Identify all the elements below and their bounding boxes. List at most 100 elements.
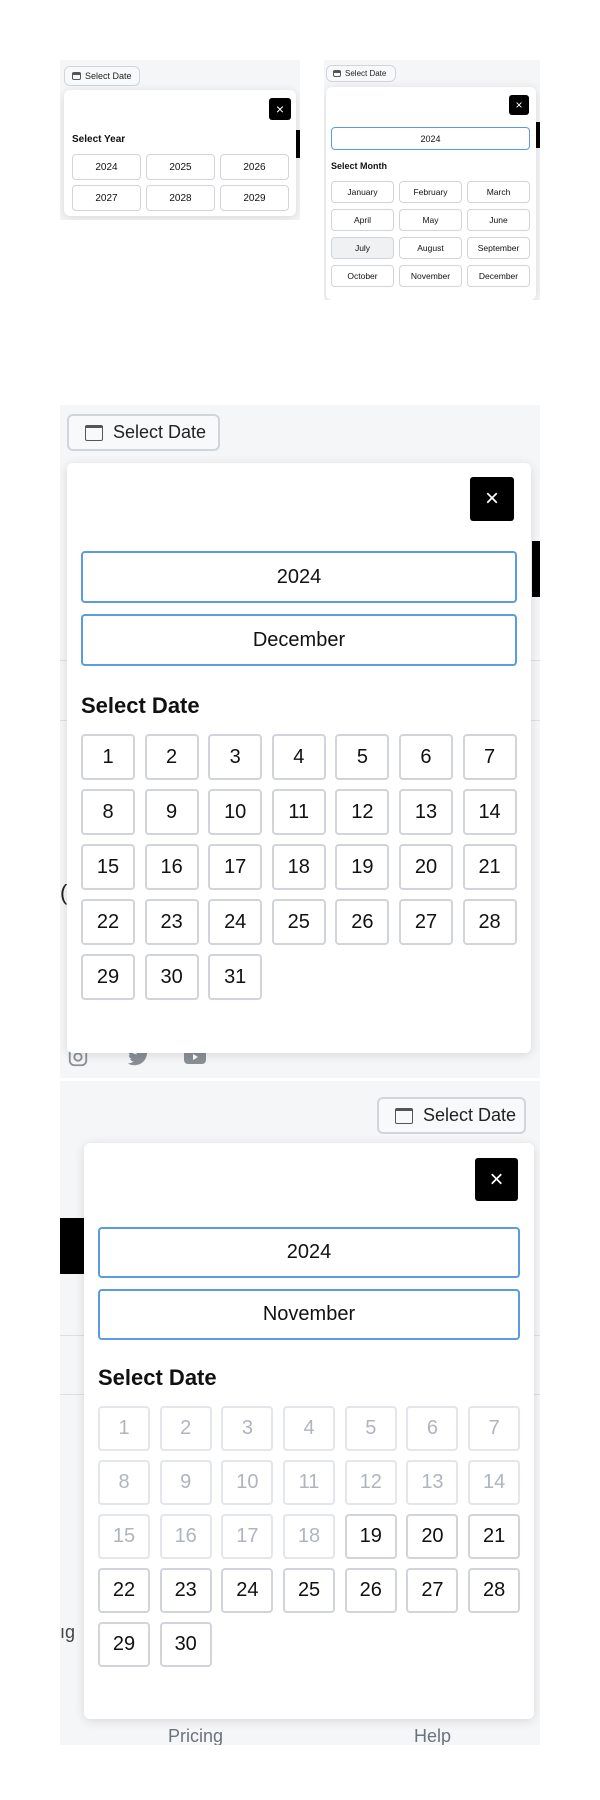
day-option[interactable]: 20	[398, 844, 453, 890]
day-option[interactable]: 13	[398, 789, 453, 835]
year-field[interactable]: 2024	[98, 1227, 520, 1278]
day-option[interactable]: 25	[271, 899, 326, 945]
day-option[interactable]: 26	[335, 899, 390, 945]
day-option[interactable]: 15	[81, 844, 135, 890]
close-button[interactable]: ×	[509, 95, 529, 115]
month-option[interactable]: October	[331, 265, 394, 287]
day-option-disabled: 11	[283, 1460, 336, 1505]
day-option[interactable]: 2	[144, 734, 199, 780]
day-option[interactable]: 10	[208, 789, 263, 835]
day-option[interactable]: 26	[344, 1568, 397, 1613]
day-option[interactable]: 23	[159, 1568, 212, 1613]
select-month-title: Select Month	[331, 161, 388, 171]
day-option[interactable]: 24	[221, 1568, 274, 1613]
close-icon: ×	[484, 485, 499, 512]
select-date-button[interactable]: Select Date	[64, 66, 140, 86]
background-link-help: Help	[414, 1726, 452, 1745]
select-date-title: Select Date	[98, 1365, 217, 1390]
month-option[interactable]: March	[467, 181, 530, 203]
day-option[interactable]: 16	[144, 844, 199, 890]
day-option[interactable]: 5	[335, 734, 390, 780]
month-field[interactable]: December	[81, 614, 517, 666]
background-bar	[60, 1218, 86, 1274]
day-option[interactable]: 28	[462, 899, 517, 945]
close-button[interactable]: ×	[470, 477, 514, 521]
day-option[interactable]: 12	[335, 789, 390, 835]
day-option[interactable]: 19	[335, 844, 390, 890]
year-option[interactable]: 2027	[72, 185, 141, 211]
day-option[interactable]: 27	[398, 899, 453, 945]
month-option[interactable]: December	[467, 265, 530, 287]
close-button[interactable]: ×	[269, 98, 291, 120]
day-option[interactable]: 30	[144, 954, 199, 1000]
day-option[interactable]: 17	[208, 844, 263, 890]
day-option-disabled: 13	[406, 1460, 459, 1505]
month-option[interactable]: May	[399, 209, 462, 231]
select-date-label: Select Date	[85, 71, 132, 81]
date-picker-popup: × 2024 November Select Date 1 2 3 4 5 6 7 8 9 10 1…	[84, 1143, 534, 1719]
month-picker-popup: × 2024 Select Month January February Mar…	[326, 87, 536, 300]
day-option[interactable]: 19	[344, 1514, 397, 1559]
select-date-button[interactable]: Select Date	[326, 65, 396, 82]
day-option[interactable]: 14	[462, 789, 517, 835]
day-option[interactable]: 25	[283, 1568, 336, 1613]
day-option[interactable]: 23	[144, 899, 199, 945]
month-option[interactable]: August	[399, 237, 462, 259]
day-option[interactable]: 4	[271, 734, 326, 780]
day-option[interactable]: 29	[98, 1622, 150, 1667]
day-option[interactable]: 9	[144, 789, 199, 835]
day-option[interactable]: 18	[271, 844, 326, 890]
month-option[interactable]: June	[467, 209, 530, 231]
year-option[interactable]: 2028	[146, 185, 215, 211]
day-option-disabled: 1	[98, 1406, 150, 1451]
year-option[interactable]: 2026	[220, 154, 289, 180]
day-option[interactable]: 3	[208, 734, 263, 780]
day-option-disabled: 18	[283, 1514, 336, 1559]
close-icon: ×	[515, 98, 523, 112]
day-option[interactable]: 11	[271, 789, 326, 835]
year-option[interactable]: 2029	[220, 185, 289, 211]
month-option[interactable]: September	[467, 237, 530, 259]
day-option[interactable]: 7	[462, 734, 517, 780]
close-button[interactable]: ×	[475, 1158, 518, 1201]
month-option[interactable]: January	[331, 181, 394, 203]
day-option[interactable]: 6	[398, 734, 453, 780]
day-option[interactable]: 8	[81, 789, 135, 835]
year-picker-popup: × Select Year 2024 2025 2026 2027 2028 2…	[64, 90, 296, 216]
day-option[interactable]: 31	[208, 954, 263, 1000]
day-option-disabled: 5	[344, 1406, 397, 1451]
month-field[interactable]: November	[98, 1289, 520, 1340]
close-icon: ×	[275, 101, 285, 117]
day-option[interactable]: 21	[468, 1514, 521, 1559]
day-option[interactable]: 28	[468, 1568, 521, 1613]
day-option[interactable]: 22	[98, 1568, 150, 1613]
day-option[interactable]: 30	[159, 1622, 212, 1667]
select-date-button[interactable]: Select Date	[67, 414, 220, 451]
day-option[interactable]: 27	[406, 1568, 459, 1613]
day-option[interactable]: 20	[406, 1514, 459, 1559]
year-field[interactable]: 2024	[331, 127, 530, 150]
month-option[interactable]: February	[399, 181, 462, 203]
day-option-disabled: 8	[98, 1460, 150, 1505]
day-option-disabled: 3	[221, 1406, 274, 1451]
select-date-button[interactable]: Select Date	[377, 1097, 526, 1134]
day-option[interactable]: 1	[81, 734, 135, 780]
background-link-pricing: Pricing	[168, 1726, 224, 1745]
year-option[interactable]: 2025	[146, 154, 215, 180]
year-option[interactable]: 2024	[72, 154, 141, 180]
month-option[interactable]: April	[331, 209, 394, 231]
day-option[interactable]: 29	[81, 954, 135, 1000]
year-field[interactable]: 2024	[81, 551, 517, 603]
day-option[interactable]: 22	[81, 899, 135, 945]
month-option-selected[interactable]: July	[331, 237, 394, 259]
date-picker-popup: × 2024 December Select Date 1 2 3 4 5 6 7 8 9 10 1…	[67, 463, 531, 1053]
day-option[interactable]: 24	[208, 899, 263, 945]
month-option[interactable]: November	[399, 265, 462, 287]
close-icon: ×	[489, 1165, 504, 1193]
day-grid: 1 2 3 4 5 6 7 8 9 10 11 12 13 14 15 16 17 18 19 20 21 22 23 24 2…	[81, 734, 517, 1000]
day-option-disabled: 15	[98, 1514, 150, 1559]
day-option-disabled: 16	[159, 1514, 212, 1559]
day-option[interactable]: 21	[462, 844, 517, 890]
background-bar	[532, 541, 540, 597]
day-option-disabled: 10	[221, 1460, 274, 1505]
